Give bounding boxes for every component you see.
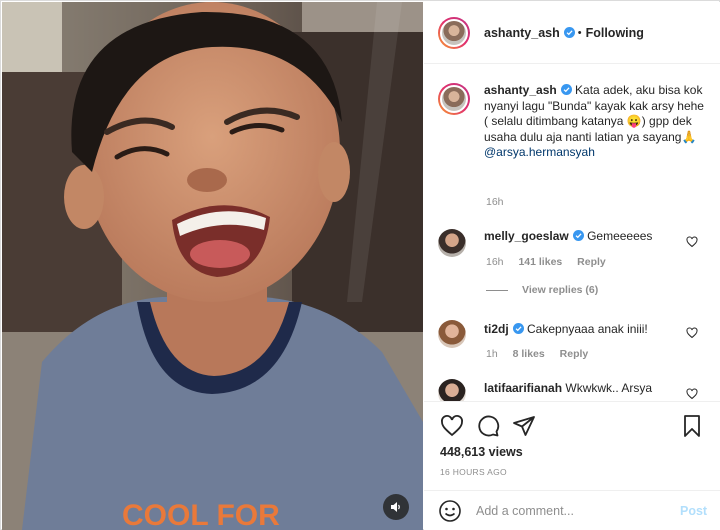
- svg-text:COOL FOR: COOL FOR: [122, 499, 280, 530]
- post-video[interactable]: COOL FOR: [2, 2, 423, 530]
- post-side-panel: ashanty_ash • Following ashanty_ash Kata…: [424, 2, 720, 530]
- commenter-username[interactable]: ti2dj: [484, 322, 509, 336]
- commenter-username[interactable]: melly_goeslaw: [484, 229, 569, 243]
- reply-button[interactable]: Reply: [577, 256, 606, 268]
- replies-divider-line: [486, 289, 508, 291]
- comment-like-heart-icon[interactable]: [686, 327, 698, 339]
- comment-likes[interactable]: 8 likes: [513, 348, 545, 360]
- comment-body: melly_goeslaw Gemeeeees: [484, 229, 680, 257]
- comment-likes[interactable]: 141 likes: [518, 256, 562, 268]
- author-avatar[interactable]: [438, 16, 470, 49]
- caption-mention-link[interactable]: @arsya.hermansyah: [484, 145, 706, 161]
- video-frame-illustration: COOL FOR: [2, 2, 423, 530]
- commenter-avatar[interactable]: [438, 379, 466, 401]
- post-comment-button[interactable]: Post: [680, 504, 707, 518]
- view-replies-label: View replies (6): [522, 284, 599, 296]
- commenter-avatar[interactable]: [438, 229, 466, 257]
- comments-list[interactable]: ashanty_ash Kata adek, aku bisa kok nyan…: [424, 65, 720, 401]
- comment-body: ti2dj Cakepnyaaa anak iniii!: [484, 320, 680, 348]
- verified-badge-icon: [512, 323, 524, 334]
- caption-avatar[interactable]: [438, 83, 470, 115]
- smiley-icon[interactable]: [438, 499, 462, 523]
- post-header: ashanty_ash • Following: [424, 2, 720, 64]
- author-username[interactable]: ashanty_ash: [484, 26, 560, 40]
- speech-bubble-icon[interactable]: [476, 414, 500, 438]
- comment-meta: 16h 141 likes Reply: [486, 256, 618, 268]
- caption-text-block: ashanty_ash Kata adek, aku bisa kok nyan…: [484, 83, 706, 161]
- verified-badge-icon: [563, 27, 575, 38]
- verified-badge-icon: [572, 230, 584, 241]
- comment-time[interactable]: 16h: [486, 256, 504, 268]
- comment-item: ti2dj Cakepnyaaa anak iniii!: [438, 320, 708, 348]
- commenter-avatar[interactable]: [438, 320, 466, 348]
- heart-icon[interactable]: [440, 414, 464, 438]
- bookmark-icon[interactable]: [680, 414, 704, 438]
- comment-text: Wkwkwk.. Arsya: [565, 381, 653, 395]
- comment-like-heart-icon[interactable]: [686, 236, 698, 248]
- verified-badge-icon: [560, 84, 572, 95]
- comment-composer: Post: [424, 490, 720, 530]
- comment-item: latifaarifianah Wkwkwk.. Arsya: [438, 379, 708, 401]
- reply-button[interactable]: Reply: [560, 348, 589, 360]
- speaker-icon: [391, 502, 400, 512]
- comment-input[interactable]: [476, 503, 672, 518]
- comment-text: Cakepnyaaa anak iniii!: [527, 322, 648, 336]
- caption: ashanty_ash Kata adek, aku bisa kok nyan…: [438, 83, 708, 161]
- header-separator: •: [577, 26, 582, 39]
- comment-body: latifaarifianah Wkwkwk.. Arsya: [484, 379, 680, 401]
- mute-toggle-button[interactable]: [383, 494, 409, 520]
- post-time-ago[interactable]: 16 HOURS AGO: [440, 467, 507, 477]
- caption-username[interactable]: ashanty_ash: [484, 83, 557, 97]
- comment-meta: 1h 8 likes Reply: [486, 348, 600, 360]
- comment-like-heart-icon[interactable]: [686, 388, 698, 400]
- commenter-username[interactable]: latifaarifianah: [484, 381, 562, 395]
- comment-text: Gemeeeees: [587, 229, 653, 243]
- instagram-post-modal: COOL FOR ashanty_ash • Following ashanty…: [0, 0, 720, 530]
- post-actions-bar: [424, 401, 720, 445]
- caption-timestamp[interactable]: 16h: [486, 196, 504, 208]
- paper-plane-icon[interactable]: [512, 414, 536, 438]
- view-count[interactable]: 448,613 views: [440, 445, 523, 459]
- following-button[interactable]: Following: [586, 26, 644, 40]
- comment-item: melly_goeslaw Gemeeeees: [438, 229, 708, 257]
- view-replies-button[interactable]: View replies (6): [486, 284, 598, 296]
- comment-time[interactable]: 1h: [486, 348, 498, 360]
